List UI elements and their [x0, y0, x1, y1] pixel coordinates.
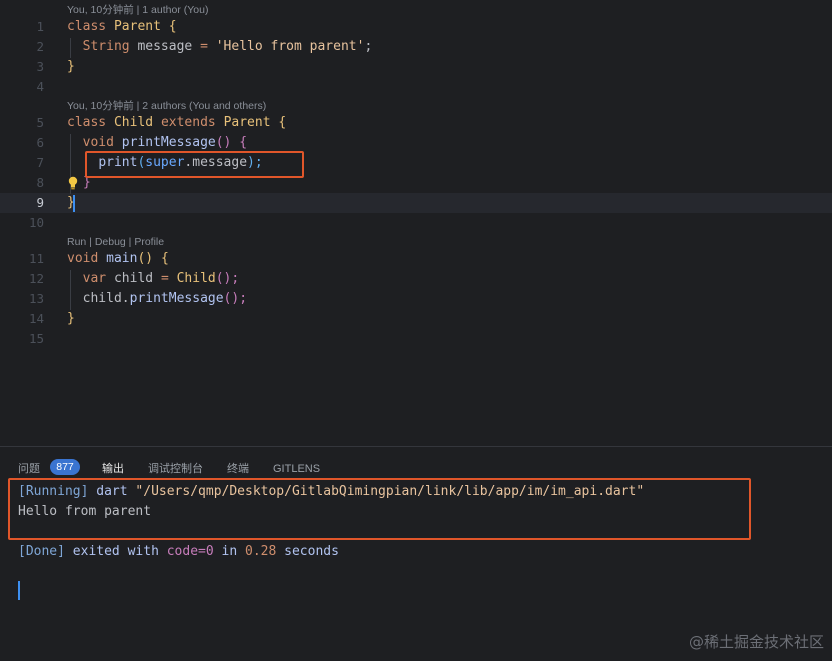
function-name: main	[106, 251, 138, 266]
keyword: var	[82, 271, 107, 286]
code-line-1[interactable]: class Parent {	[67, 17, 177, 37]
code-line-11[interactable]: void main() {	[67, 249, 169, 269]
line-number: 8	[36, 175, 44, 190]
function-name: printMessage	[129, 291, 224, 306]
code-line-12[interactable]: var child = Child();	[67, 269, 240, 289]
parens: ()	[137, 251, 154, 266]
codelens-author[interactable]: You, 10分钟前 | 1 author (You)	[67, 3, 208, 17]
identifier: child.	[82, 291, 130, 306]
code-line-14[interactable]: }	[67, 309, 75, 329]
duration: 0.28	[245, 544, 277, 559]
watermark: @稀土掘金技术社区	[688, 633, 824, 651]
line-number: 7	[36, 155, 44, 170]
brace: }	[67, 59, 75, 74]
keyword: void	[67, 251, 99, 266]
code-line-13[interactable]: child.printMessage();	[67, 289, 247, 309]
tab-output[interactable]: 输出	[102, 461, 124, 477]
output-highlight-box	[8, 478, 751, 540]
class-name: Child	[113, 115, 154, 130]
class-name: Parent	[223, 115, 271, 130]
keyword: void	[82, 135, 114, 150]
code-line-3[interactable]: }	[67, 57, 75, 77]
line-number: 4	[36, 79, 44, 94]
line-number: 6	[36, 135, 44, 150]
done-tag: [Done]	[18, 544, 65, 559]
codelens-authors[interactable]: You, 10分钟前 | 2 authors (You and others)	[67, 99, 266, 113]
line-number: 2	[36, 39, 44, 54]
output-cursor	[18, 581, 20, 600]
line-number-current: 9	[36, 195, 44, 210]
identifier: child	[113, 271, 154, 286]
line-number: 5	[36, 115, 44, 130]
done-text: exited with	[72, 544, 159, 559]
code-line-6[interactable]: void printMessage() {	[67, 133, 247, 153]
done-in: in	[221, 544, 238, 559]
line-number: 14	[28, 311, 44, 326]
tab-gitlens[interactable]: GITLENS	[273, 461, 320, 477]
current-line-highlight	[0, 193, 832, 213]
parens: ()	[215, 135, 232, 150]
code-line-2[interactable]: String message = 'Hello from parent';	[67, 37, 373, 57]
class-name: Parent	[113, 19, 161, 34]
duration-unit: seconds	[284, 544, 339, 559]
function-name: printMessage	[121, 135, 216, 150]
brace: {	[239, 135, 248, 150]
tab-terminal[interactable]: 终端	[227, 461, 249, 477]
operator: =	[160, 271, 169, 286]
parens-semicolon: ();	[215, 271, 240, 286]
line-number: 3	[36, 59, 44, 74]
codelens-run-debug-profile[interactable]: Run | Debug | Profile	[67, 235, 164, 249]
line-number: 10	[28, 215, 44, 230]
identifier: message	[137, 39, 193, 54]
code-editor[interactable]: You, 10分钟前 | 1 author (You) You, 10分钟前 |…	[0, 0, 832, 446]
keyword: class	[67, 115, 107, 130]
exit-code: code=0	[166, 544, 214, 559]
line-number: 1	[36, 19, 44, 34]
line-number: 13	[28, 291, 44, 306]
lightbulb-icon[interactable]	[68, 176, 78, 190]
code-line-5[interactable]: class Child extends Parent {	[67, 113, 286, 133]
bottom-panel: 问题 877 输出 调试控制台 终端 GITLENS [Running] dar…	[0, 446, 832, 661]
tab-debug-console[interactable]: 调试控制台	[148, 461, 203, 477]
problems-count-badge: 877	[50, 459, 80, 475]
keyword: extends	[160, 115, 216, 130]
line-number: 11	[28, 251, 44, 266]
type-name: String	[82, 39, 130, 54]
brace: {	[168, 19, 177, 34]
output-done-line: [Done] exited with code=0 in 0.28 second…	[18, 542, 339, 562]
line-number: 15	[28, 331, 44, 346]
brace: {	[160, 251, 169, 266]
operator: =	[200, 39, 208, 54]
brace: {	[278, 115, 287, 130]
punctuation: ;	[364, 39, 373, 54]
highlight-box	[85, 151, 304, 178]
keyword: class	[67, 19, 107, 34]
tab-problems[interactable]: 问题	[18, 461, 40, 477]
string-literal: 'Hello from parent'	[215, 39, 365, 54]
brace: }	[67, 311, 75, 326]
parens-semicolon: ();	[223, 291, 248, 306]
line-number: 12	[28, 271, 44, 286]
class-name: Child	[176, 271, 216, 286]
text-cursor	[73, 195, 75, 212]
